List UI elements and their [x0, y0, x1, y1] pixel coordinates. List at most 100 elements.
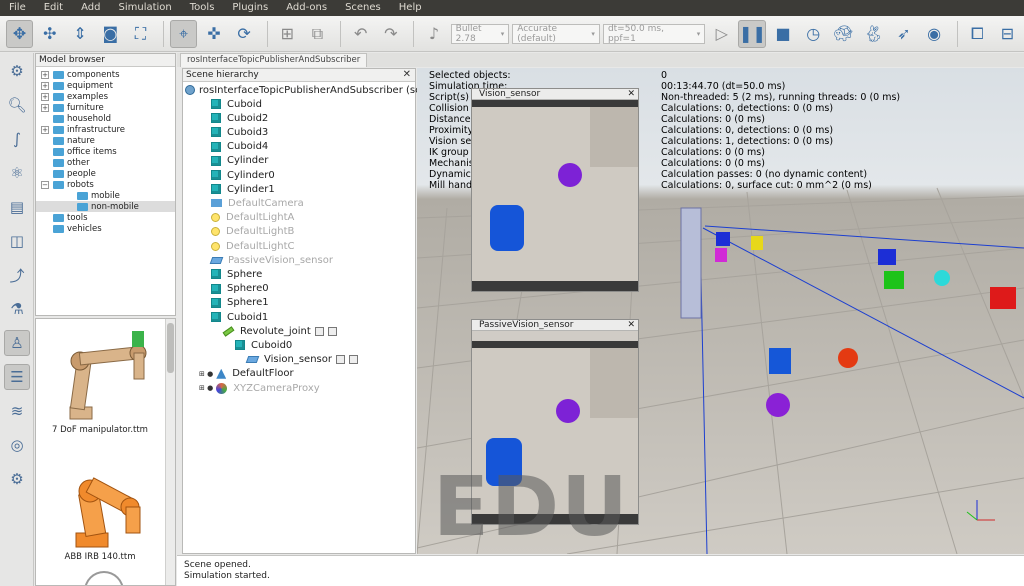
expand-toggle-icon[interactable]: +	[41, 81, 49, 90]
menu-scenes[interactable]: Scenes	[336, 0, 390, 16]
pause-icon[interactable]: ❚❚	[738, 19, 767, 48]
fit-to-view-icon[interactable]: ⛶	[127, 20, 154, 48]
page-selector-icon[interactable]: ⧠	[964, 20, 991, 48]
path-edit-icon[interactable]: ⤴	[4, 262, 30, 288]
hierarchy-item-cuboid1[interactable]: Cuboid1	[211, 310, 268, 324]
menu-plugins[interactable]: Plugins	[223, 0, 277, 16]
hierarchy-item-cuboid3[interactable]: Cuboid3	[211, 125, 268, 139]
simulation-settings-icon[interactable]: ⚙	[4, 58, 30, 84]
scene-root[interactable]: rosInterfaceTopicPublisherAndSubscriber …	[185, 83, 421, 97]
model-folder-infrastructure[interactable]: + infrastructure	[36, 124, 175, 135]
menu-edit[interactable]: Edit	[35, 0, 72, 16]
params-icon[interactable]	[348, 355, 358, 365]
search-icon[interactable]: 🔍︎	[4, 92, 30, 118]
hierarchy-item-cuboid0[interactable]: Cuboid0	[235, 338, 292, 352]
manipulator-thumbnail[interactable]	[50, 323, 160, 423]
model-folder-mobile[interactable]: mobile	[36, 190, 175, 201]
hierarchy-item-xyzcameraproxy[interactable]: ⊞ ● XYZCameraProxy	[199, 381, 320, 395]
scrollbar-handle[interactable]	[167, 323, 174, 373]
hierarchy-item-cuboid[interactable]: Cuboid	[211, 97, 262, 111]
model-folder-office-items[interactable]: office items	[36, 146, 175, 157]
hierarchy-item-revolute-joint[interactable]: Revolute_joint	[222, 324, 337, 338]
model-folder-furniture[interactable]: + furniture	[36, 102, 175, 113]
script-icon[interactable]	[314, 326, 324, 336]
model-folder-examples[interactable]: + examples	[36, 91, 175, 102]
hierarchy-item-vision-sensor[interactable]: Vision_sensor	[245, 353, 358, 367]
menu-simulation[interactable]: Simulation	[109, 0, 180, 16]
transfer-dna-icon[interactable]: ⧉	[304, 20, 331, 48]
calculation-modules-icon[interactable]: ∫	[4, 126, 30, 152]
scene-tab[interactable]: rosInterfaceTopicPublisherAndSubscriber	[180, 53, 368, 67]
scene-hierarchy-toggle-icon[interactable]: ☰	[4, 364, 30, 390]
menu-add[interactable]: Add	[72, 0, 109, 16]
hierarchy-item-defaultlighta[interactable]: DefaultLightA	[211, 211, 294, 225]
video-recorder-icon[interactable]: ◎	[4, 432, 30, 458]
model-folder-people[interactable]: people	[36, 168, 175, 179]
play-icon[interactable]: ▷	[708, 20, 735, 48]
expand-toggle-icon[interactable]: +	[41, 103, 49, 112]
model-folder-non-mobile[interactable]: non-mobile	[36, 201, 175, 212]
user-settings-icon[interactable]: ⚙	[4, 466, 30, 492]
engine-select[interactable]: Bullet 2.78 ▾	[450, 23, 510, 44]
model-browser-toggle-icon[interactable]: ♙	[4, 330, 30, 356]
hierarchy-item-sphere1[interactable]: Sphere1	[211, 296, 269, 310]
abb-robot-thumbnail[interactable]	[46, 447, 156, 551]
assemble-icon[interactable]: ⊞	[274, 20, 301, 48]
speed-up-icon[interactable]: 🐇︎	[860, 20, 887, 48]
camera-shift-icon[interactable]: ⇕	[66, 20, 93, 48]
thumbnail-scrollbar[interactable]	[165, 319, 175, 585]
hierarchy-item-defaultcamera[interactable]: DefaultCamera	[211, 196, 304, 210]
undo-icon[interactable]: ↶	[347, 20, 374, 48]
visualization-icon[interactable]: ◉	[920, 20, 947, 48]
layers-icon[interactable]: ≋	[4, 398, 30, 424]
hierarchy-item-cylinder[interactable]: Cylinder	[211, 154, 268, 168]
slow-down-icon[interactable]: 🐢︎	[830, 20, 857, 48]
menu-file[interactable]: File	[0, 0, 35, 16]
close-icon[interactable]: ✕	[627, 320, 635, 330]
model-folder-tools[interactable]: tools	[36, 212, 175, 223]
threaded-rendering-icon[interactable]: ➶	[890, 20, 917, 48]
menu-help[interactable]: Help	[390, 0, 431, 16]
redo-icon[interactable]: ↷	[377, 20, 404, 48]
model-folder-other[interactable]: other	[36, 157, 175, 168]
model-folder-household[interactable]: household	[36, 113, 175, 124]
collections-icon[interactable]: ⚛	[4, 160, 30, 186]
selection-icon[interactable]: ⚗	[4, 296, 30, 322]
hierarchy-item-cuboid4[interactable]: Cuboid4	[211, 140, 268, 154]
object-shift-icon[interactable]: ✜	[200, 20, 227, 48]
hierarchy-item-cuboid2[interactable]: Cuboid2	[211, 111, 268, 125]
dynamics-icon[interactable]: ♪	[420, 20, 447, 48]
shape-edit-icon[interactable]: ◫	[4, 228, 30, 254]
hierarchy-item-passivevision-sensor[interactable]: PassiveVision_sensor	[209, 253, 333, 267]
expand-toggle-icon[interactable]: ⊞ ●	[199, 370, 213, 378]
expand-toggle-icon[interactable]: ⊞ ●	[199, 384, 213, 392]
realtime-icon[interactable]: ◷	[800, 20, 827, 48]
model-folder-robots[interactable]: − robots	[36, 179, 175, 190]
scene-selector-icon[interactable]: ⊟	[994, 20, 1021, 48]
model-folder-vehicles[interactable]: vehicles	[36, 223, 175, 234]
menu-tools[interactable]: Tools	[181, 0, 224, 16]
menu-addons[interactable]: Add-ons	[277, 0, 336, 16]
camera-pan-icon[interactable]: ✥	[6, 19, 34, 48]
stop-icon[interactable]: ■	[769, 20, 796, 48]
hierarchy-item-defaultlightc[interactable]: DefaultLightC	[211, 239, 294, 253]
expand-toggle-icon[interactable]: +	[41, 125, 49, 134]
hierarchy-item-cylinder0[interactable]: Cylinder0	[211, 168, 275, 182]
hierarchy-item-cylinder1[interactable]: Cylinder1	[211, 182, 275, 196]
model-folder-nature[interactable]: nature	[36, 135, 175, 146]
hierarchy-item-defaultfloor[interactable]: ⊞ ● DefaultFloor	[199, 367, 294, 381]
params-icon[interactable]	[327, 326, 337, 336]
expand-toggle-icon[interactable]: −	[41, 180, 49, 189]
camera-rotate-icon[interactable]: ✣	[36, 20, 63, 48]
close-icon[interactable]: ✕	[403, 69, 411, 81]
script-icon[interactable]	[335, 355, 345, 365]
hierarchy-item-sphere0[interactable]: Sphere0	[211, 282, 269, 296]
3d-viewport[interactable]: Selected objects: Simulation time: Script(…	[417, 68, 1024, 554]
vision-sensor-window[interactable]: Vision_sensor ✕	[471, 88, 639, 292]
click-select-icon[interactable]: ⌖	[170, 19, 198, 48]
model-folder-equipment[interactable]: + equipment	[36, 80, 175, 91]
expand-toggle-icon[interactable]: +	[41, 92, 49, 101]
scripts-icon[interactable]: ▤	[4, 194, 30, 220]
close-icon[interactable]: ✕	[627, 89, 635, 99]
model-folder-components[interactable]: + components	[36, 69, 175, 80]
